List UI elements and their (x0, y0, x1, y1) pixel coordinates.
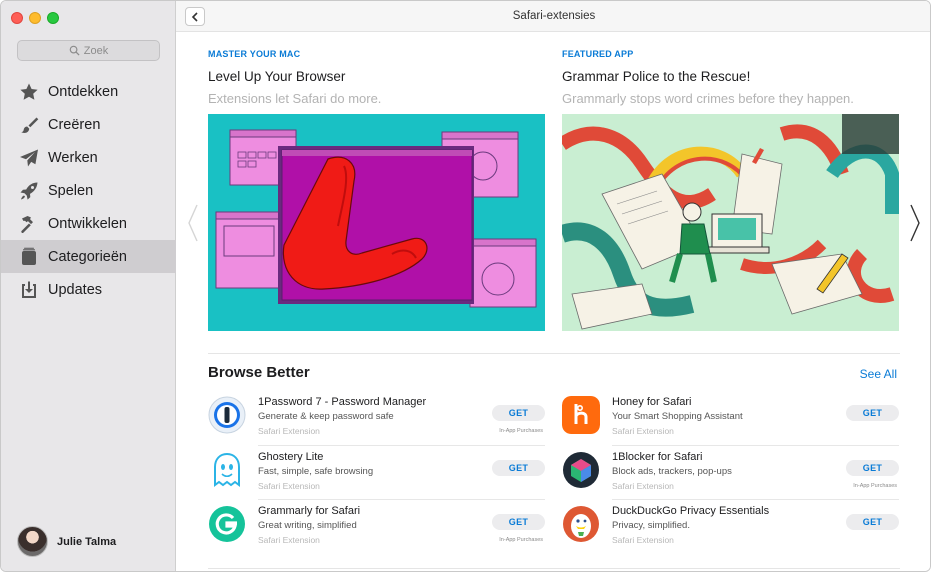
feature-subtitle: Extensions let Safari do more. (208, 91, 382, 106)
get-button[interactable]: GET (846, 459, 899, 476)
section-title: Browse Better (208, 364, 310, 381)
app-description: Fast, simple, safe browsing (258, 465, 374, 477)
updates-icon (18, 279, 39, 300)
star-icon (18, 81, 39, 102)
sidebar-item-label: Ontdekken (48, 83, 119, 100)
list-item[interactable]: DuckDuckGo Privacy Essentials Privacy, s… (562, 500, 899, 555)
chevron-left-icon (188, 204, 198, 242)
app-name: 1Password 7 - Password Manager (258, 396, 427, 408)
paintbrush-icon (18, 114, 39, 135)
app-category: Safari Extension (258, 480, 320, 491)
avatar (17, 526, 48, 557)
user-account[interactable]: Julie Talma (17, 526, 116, 557)
rocket-icon (18, 180, 39, 201)
app-category: Safari Extension (258, 426, 320, 436)
sidebar-item-label: Spelen (48, 182, 94, 199)
sidebar-nav: Ontdekken Creëren Werken Spelen Ontwikke… (1, 75, 176, 306)
sidebar-item-label: Ontwikkelen (48, 215, 127, 232)
list-item[interactable]: Honey for Safari Your Smart Shopping Ass… (562, 391, 899, 446)
app-category: Safari Extension (612, 426, 674, 436)
app-name: Honey for Safari (612, 396, 692, 408)
get-button[interactable]: GET (492, 514, 545, 530)
feature-illustration-browser (208, 114, 545, 331)
sidebar-item-creeren[interactable]: Creëren (1, 108, 176, 141)
get-button[interactable]: GET (846, 405, 899, 421)
app-list-left: 1Password 7 - Password Manager Generate … (208, 391, 545, 555)
user-name: Julie Talma (57, 535, 117, 548)
list-item[interactable]: 1Password 7 - Password Manager Generate … (208, 391, 545, 446)
close-window-button[interactable] (11, 12, 23, 24)
app-description: Block ads, trackers, pop-ups (612, 465, 732, 477)
app-category: Safari Extension (258, 535, 320, 545)
sidebar-item-werken[interactable]: Werken (1, 141, 176, 174)
app-description: Your Smart Shopping Assistant (612, 411, 743, 422)
feature-card-1[interactable]: MASTER YOUR MAC Level Up Your Browser Ex… (208, 49, 545, 331)
app-description: Privacy, simplified. (612, 520, 690, 531)
in-app-purchases-label: In-App Purchases (853, 482, 897, 489)
list-item[interactable]: 1Blocker for Safari Block ads, trackers,… (562, 446, 899, 500)
app-list-right: Honey for Safari Your Smart Shopping Ass… (562, 391, 899, 555)
get-button[interactable]: GET (492, 405, 545, 421)
ghost-icon (208, 450, 246, 489)
main-content: Safari-extensies MASTER YOUR MAC Level U… (176, 1, 930, 571)
see-all-link[interactable]: See All (860, 367, 897, 381)
toolbar: Safari-extensies (176, 1, 930, 32)
sidebar-item-updates[interactable]: Updates (1, 273, 176, 306)
sidebar-item-label: Categorieën (48, 248, 127, 265)
carousel-prev-button[interactable] (187, 204, 199, 242)
feature-subtitle: Grammarly stops word crimes before they … (562, 91, 854, 106)
chevron-right-icon (910, 204, 920, 242)
search-input[interactable]: Zoek (17, 40, 160, 61)
sidebar-item-spelen[interactable]: Spelen (1, 174, 176, 207)
app-name: Ghostery Lite (258, 450, 324, 463)
categories-icon (18, 246, 39, 267)
in-app-purchases-label: In-App Purchases (499, 537, 543, 543)
app-store-window: Zoek Ontdekken Creëren Werken Spelen Ont… (0, 0, 931, 572)
section-divider (208, 568, 900, 569)
app-category: Safari Extension (612, 480, 674, 491)
feature-headline: Level Up Your Browser (208, 69, 346, 84)
sidebar: Zoek Ontdekken Creëren Werken Spelen Ont… (1, 1, 176, 571)
hammer-icon (18, 213, 39, 234)
grammarly-icon (208, 505, 246, 543)
search-icon (69, 45, 80, 56)
list-item[interactable]: Ghostery Lite Fast, simple, safe browsin… (208, 446, 545, 500)
get-button[interactable]: GET (846, 514, 899, 530)
app-description: Generate & keep password safe (258, 411, 394, 422)
onepassword-icon (208, 396, 246, 434)
list-item[interactable]: Grammarly for Safari Great writing, simp… (208, 500, 545, 555)
sidebar-item-label: Updates (48, 281, 103, 298)
feature-kicker: FEATURED APP (562, 49, 634, 59)
in-app-purchases-label: In-App Purchases (499, 428, 543, 434)
window-title: Safari-extensies (512, 10, 596, 22)
app-category: Safari Extension (612, 535, 674, 545)
section-divider (208, 353, 900, 354)
get-button[interactable]: GET (492, 459, 545, 476)
sidebar-item-label: Werken (48, 149, 98, 166)
feature-headline: Grammar Police to the Rescue! (562, 69, 751, 84)
feature-kicker: MASTER YOUR MAC (208, 49, 301, 59)
window-controls (11, 12, 59, 24)
paperplane-icon (18, 147, 39, 168)
honey-icon (562, 396, 600, 434)
duckduckgo-icon (562, 505, 600, 543)
search-placeholder: Zoek (83, 44, 109, 57)
app-description: Great writing, simplified (258, 520, 357, 531)
sidebar-item-ontwikkelen[interactable]: Ontwikkelen (1, 207, 176, 240)
sidebar-item-ontdekken[interactable]: Ontdekken (1, 75, 176, 108)
zoom-window-button[interactable] (47, 12, 59, 24)
minimize-window-button[interactable] (29, 12, 41, 24)
app-name: Grammarly for Safari (258, 505, 361, 517)
sidebar-item-label: Creëren (48, 116, 101, 133)
app-name: DuckDuckGo Privacy Essentials (612, 505, 770, 517)
carousel-next-button[interactable] (909, 204, 921, 242)
sidebar-item-categorieen[interactable]: Categorieën (1, 240, 176, 273)
oneblocker-icon (562, 451, 600, 489)
feature-illustration-grammarly (562, 114, 899, 331)
feature-card-2[interactable]: FEATURED APP Grammar Police to the Rescu… (562, 49, 899, 331)
app-name: 1Blocker for Safari (612, 450, 703, 463)
